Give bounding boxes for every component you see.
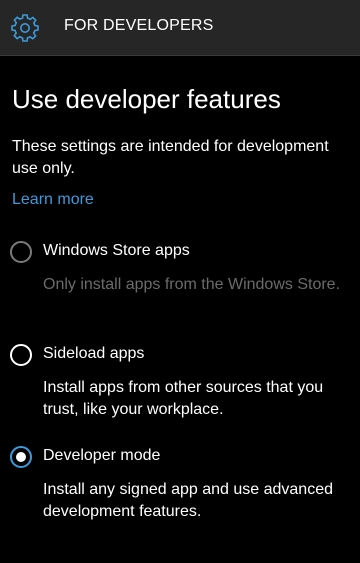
gear-icon xyxy=(11,14,39,42)
option-description: Only install apps from the Windows Store… xyxy=(43,276,341,293)
radio-windows-store-apps[interactable] xyxy=(10,241,32,263)
option-label[interactable]: Developer mode xyxy=(43,447,160,465)
option-label[interactable]: Windows Store apps xyxy=(43,242,190,260)
page-header: FOR DEVELOPERS xyxy=(0,0,360,56)
option-description: Install any signed app and use advanced … xyxy=(43,481,333,520)
option-label[interactable]: Sideload apps xyxy=(43,345,144,363)
option-description: Install apps from other sources that you… xyxy=(43,379,324,418)
learn-more-link[interactable]: Learn more xyxy=(12,191,94,209)
page-title: FOR DEVELOPERS xyxy=(64,17,214,34)
section-description: These settings are intended for developm… xyxy=(12,138,329,177)
radio-sideload-apps[interactable] xyxy=(10,344,32,366)
radio-selected-dot xyxy=(16,452,26,462)
section-heading: Use developer features xyxy=(12,84,281,114)
radio-developer-mode[interactable] xyxy=(10,446,32,468)
